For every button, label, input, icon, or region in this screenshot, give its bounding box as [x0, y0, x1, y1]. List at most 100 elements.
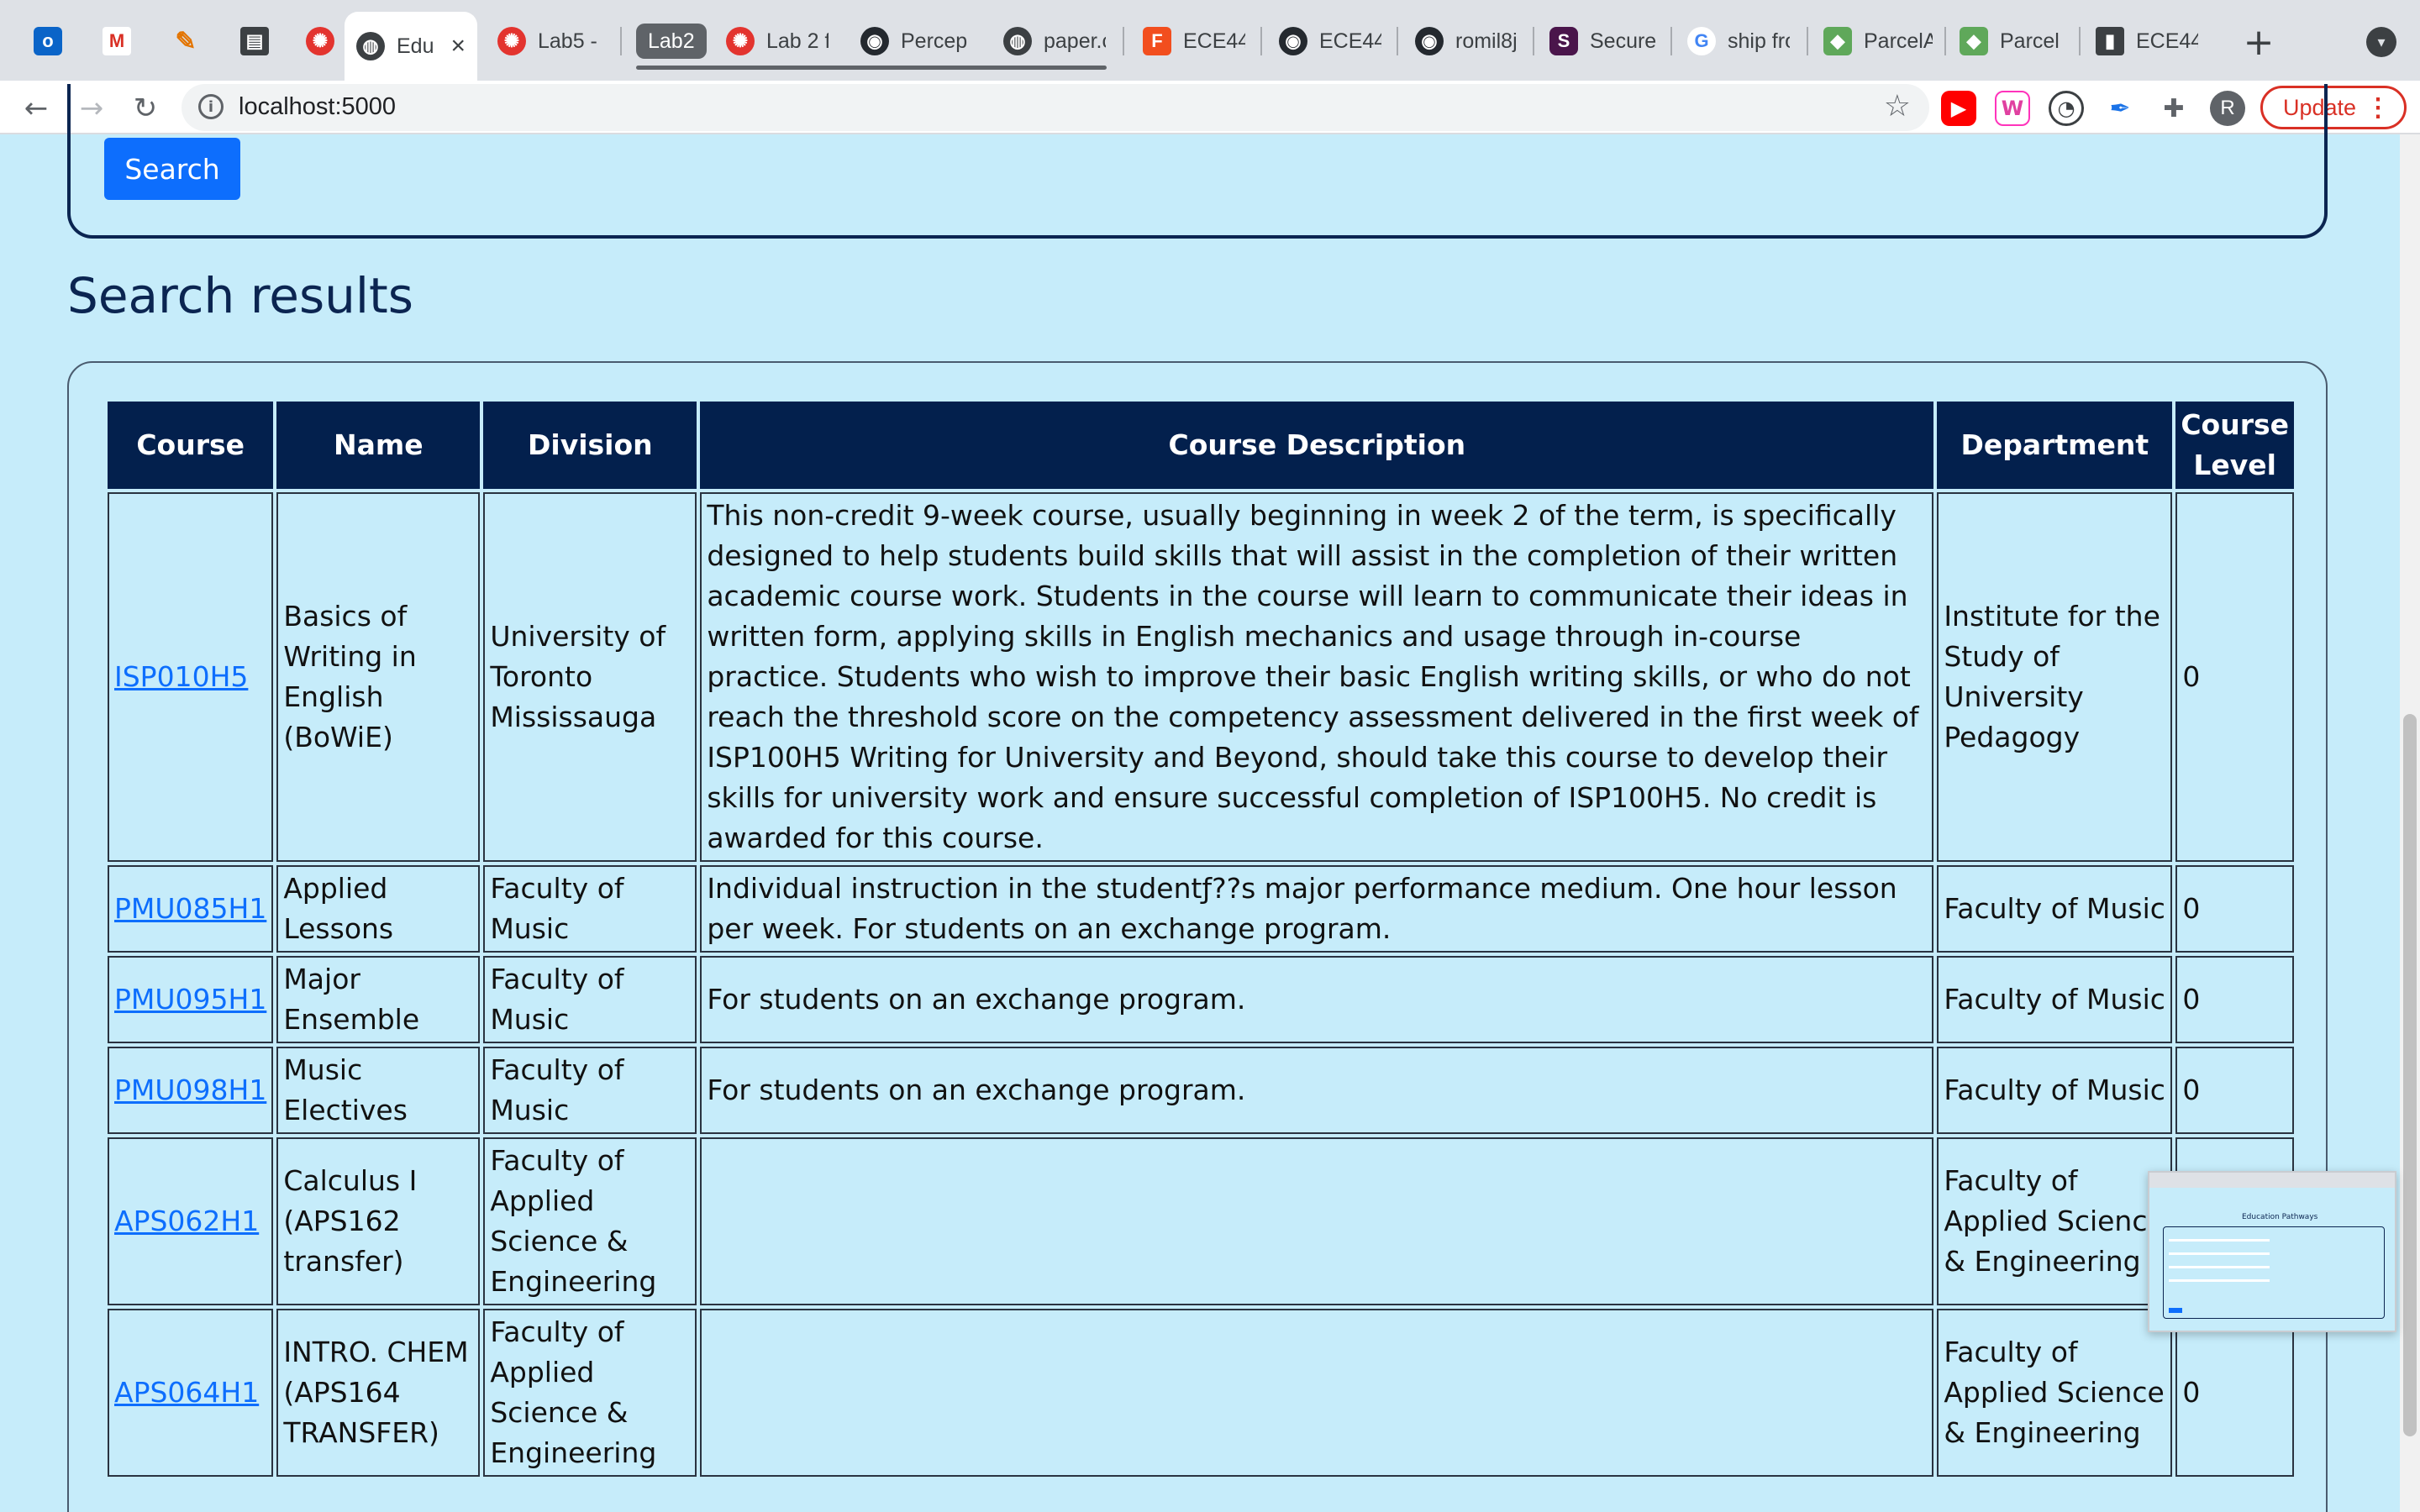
course-link[interactable]: ISP010H5 [114, 660, 248, 693]
tab-ship-from[interactable]: G ship fro [1676, 15, 1802, 67]
thumbnail-page: Education Pathways [2149, 1188, 2395, 1331]
tab-parcel[interactable]: ◆ Parcel [1948, 15, 2074, 67]
gmail-icon: M [103, 27, 131, 55]
google-icon: G [1687, 27, 1716, 55]
search-button[interactable]: Search [104, 138, 240, 200]
column-header-course: Course [108, 402, 274, 489]
tab-title: Lab5 - [538, 29, 597, 53]
tab-title: ship fro [1728, 29, 1790, 53]
close-tab-icon[interactable]: × [450, 32, 466, 60]
course-name-cell: Applied Lessons [276, 865, 481, 953]
division-cell: Faculty of Music [483, 1047, 697, 1134]
tab-separator [620, 27, 622, 55]
tab-paper[interactable]: ◍ paper.c [992, 15, 1118, 67]
tab-pencil[interactable]: ✎ [160, 15, 210, 67]
thumbnail-field [2169, 1239, 2270, 1242]
tab-quercus[interactable]: ✺ [294, 15, 345, 67]
tab-title: Edu [397, 34, 434, 58]
course-link[interactable]: APS064H1 [114, 1376, 259, 1409]
globe-icon: ◍ [1003, 27, 1032, 55]
box-icon: ◆ [1823, 27, 1852, 55]
tab-group-chip[interactable]: Lab2 [636, 24, 707, 59]
thumbnail-form [2163, 1226, 2385, 1319]
course-code-cell: APS064H1 [108, 1309, 274, 1477]
course-link[interactable]: APS062H1 [114, 1205, 259, 1237]
description-cell: For students on an exchange program. [700, 1047, 1934, 1134]
doc-icon: ▮ [2096, 27, 2124, 55]
tab-page[interactable]: ▤ [229, 15, 279, 67]
tab-lab5[interactable]: ✺ Lab5 - [486, 15, 629, 67]
course-code-cell: PMU095H1 [108, 956, 274, 1043]
thumbnail-browser-bar [2149, 1173, 2395, 1188]
course-level-cell: 0 [2175, 865, 2295, 953]
page-icon: ▤ [240, 27, 269, 55]
department-cell: Faculty of Music [1937, 956, 2173, 1043]
course-code-cell: ISP010H5 [108, 492, 274, 862]
table-row: APS064H1 INTRO. CHEM (APS164 TRANSFER) F… [108, 1309, 2295, 1477]
quercus-icon: ✺ [726, 27, 755, 55]
quercus-icon: ✺ [306, 27, 334, 55]
tab-search-icon[interactable]: ▾ [2366, 27, 2396, 57]
tab-ece44-doc[interactable]: ▮ ECE44 [2084, 15, 2210, 67]
course-name-cell: Calculus I (APS162 transfer) [276, 1137, 481, 1305]
course-link[interactable]: PMU098H1 [114, 1074, 266, 1106]
tab-romil8j[interactable]: ◉ romil8j [1403, 15, 1529, 67]
tab-title: paper.c [1044, 29, 1106, 53]
column-header-division: Division [483, 402, 697, 489]
column-header-department: Department [1937, 402, 2173, 489]
column-header-description: Course Description [700, 402, 1934, 489]
table-header-row: Course Name Division Course Description … [108, 402, 2295, 489]
division-cell: University of Toronto Mississauga [483, 492, 697, 862]
screenshot-thumbnail-preview[interactable]: Education Pathways [2148, 1171, 2396, 1332]
box-icon: ◆ [1960, 27, 1988, 55]
tab-secure[interactable]: S Secure [1538, 15, 1670, 67]
new-tab-button[interactable]: + [2235, 18, 2282, 66]
description-cell [700, 1137, 1934, 1305]
tab-ece44-github[interactable]: ◉ ECE44 [1267, 15, 1393, 67]
back-arrow-icon[interactable]: ← [15, 87, 57, 129]
table-row: PMU098H1 Music Electives Faculty of Musi… [108, 1047, 2295, 1134]
outlook-icon: o [34, 27, 62, 55]
division-cell: Faculty of Music [483, 956, 697, 1043]
tab-gmail[interactable]: M [91, 15, 141, 67]
thumbnail-field [2169, 1279, 2270, 1282]
course-level-cell: 0 [2175, 956, 2295, 1043]
department-cell: Faculty of Music [1937, 865, 2173, 953]
tab-separator [1670, 27, 1672, 55]
division-cell: Faculty of Music [483, 865, 697, 953]
tab-parcela[interactable]: ◆ ParcelA [1812, 15, 1944, 67]
tab-title: Percep [901, 29, 968, 53]
course-code-cell: APS062H1 [108, 1137, 274, 1305]
description-cell [700, 1309, 1934, 1477]
column-header-name: Name [276, 402, 481, 489]
tab-title: ECE44 [1319, 29, 1381, 53]
tab-separator [1397, 27, 1398, 55]
course-link[interactable]: PMU085H1 [114, 892, 266, 925]
tab-lab2[interactable]: ✺ Lab 2 fi [714, 15, 840, 67]
tab-separator [1123, 27, 1124, 55]
tab-separator [1807, 27, 1808, 55]
github-icon: ◉ [1415, 27, 1444, 55]
tab-separator [1260, 27, 1262, 55]
course-name-cell: Major Ensemble [276, 956, 481, 1043]
pencil-icon: ✎ [175, 27, 197, 55]
course-level-cell: 0 [2175, 492, 2295, 862]
results-heading: Search results [67, 267, 414, 324]
thumbnail-button [2169, 1308, 2182, 1313]
tab-education-active[interactable]: ◍ Edu × [345, 12, 477, 81]
tab-title: ECE44 [2136, 29, 2198, 53]
course-code-cell: PMU098H1 [108, 1047, 274, 1134]
tab-title: romil8j [1455, 29, 1518, 53]
s-icon: S [1549, 27, 1578, 55]
github-icon: ◉ [1279, 27, 1307, 55]
tab-outlook[interactable]: o [22, 15, 72, 67]
tab-perceptron[interactable]: ◉ Percep [849, 15, 983, 67]
more-menu-icon[interactable]: ⋮ [2365, 93, 2391, 123]
page-scrollbar-thumb[interactable] [2403, 714, 2417, 1436]
description-cell: Individual instruction in the studentƒ??… [700, 865, 1934, 953]
tab-ece44-figma[interactable]: F ECE44 [1131, 15, 1257, 67]
tab-separator [2079, 27, 2081, 55]
tab-title: Lab 2 fi [766, 29, 829, 53]
course-link[interactable]: PMU095H1 [114, 983, 266, 1016]
tab-title: ECE44 [1183, 29, 1245, 53]
